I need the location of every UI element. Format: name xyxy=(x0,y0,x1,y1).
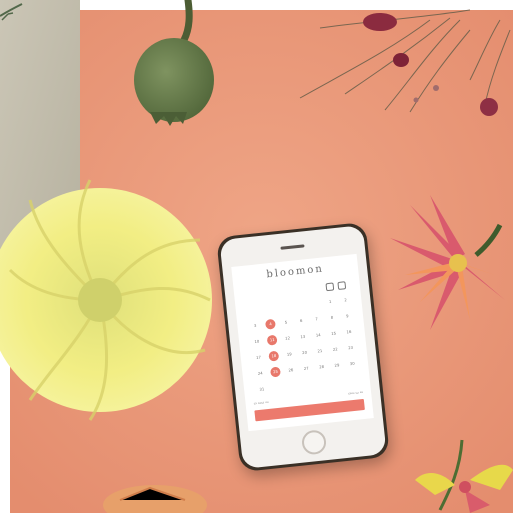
calendar-day-label: 7 xyxy=(315,316,319,322)
calendar-day[interactable]: 16 xyxy=(341,326,357,337)
calendar-day[interactable]: 11 xyxy=(264,334,280,345)
calendar-day-label: 18 xyxy=(271,352,277,359)
calendar-day[interactable]: 20 xyxy=(296,347,312,358)
calendar-day-label: 14 xyxy=(315,332,321,338)
calendar-day-label: 4 xyxy=(269,321,272,327)
calendar-day-label: 6 xyxy=(299,317,303,324)
calendar-day-label: 20 xyxy=(301,349,308,356)
calendar-day-label: 2 xyxy=(344,297,348,303)
calendar-day-label: 29 xyxy=(334,362,340,368)
calendar-day[interactable]: 5 xyxy=(278,317,294,328)
phone-screen: bloomon 1 2 3 4 5 6 7 8 9 10 11 12 13 14 15 16 17 18 19 20 2… xyxy=(231,253,374,432)
calendar-day[interactable]: 25 xyxy=(267,366,283,377)
home-button xyxy=(300,429,328,456)
calendar-day-label: 8 xyxy=(330,314,334,320)
calendar-day xyxy=(261,303,277,314)
calendar-day-label: 16 xyxy=(346,328,352,335)
calendar-day-label: 11 xyxy=(269,336,275,343)
calendar-day xyxy=(269,382,285,393)
calendar-day[interactable]: 1 xyxy=(322,296,338,307)
calendar-day xyxy=(307,298,323,309)
calendar-day[interactable]: 17 xyxy=(250,352,266,363)
calendar-day-label: 23 xyxy=(347,344,354,351)
calendar-day[interactable]: 2 xyxy=(337,295,353,306)
calendar-day-label: 12 xyxy=(284,335,291,341)
calendar-day-label: 3 xyxy=(253,322,257,328)
calendar-day-label: 13 xyxy=(300,333,306,340)
calendar-day[interactable]: 19 xyxy=(281,349,297,360)
calendar-day-label: 1 xyxy=(328,298,332,305)
calendar-day xyxy=(291,299,307,310)
calendar-day[interactable]: 13 xyxy=(295,331,311,342)
calendar-day-label: 26 xyxy=(288,367,294,373)
speaker xyxy=(280,244,305,250)
calendar-day[interactable]: 9 xyxy=(339,310,355,321)
calendar-day-label: 17 xyxy=(255,354,262,360)
calendar-day[interactable]: 30 xyxy=(344,358,360,369)
calendar-grid: 1 2 3 4 5 6 7 8 9 10 11 12 13 14 15 16 17 18 19 20 21 22 23 24 2… xyxy=(245,295,362,395)
calendar-day[interactable]: 28 xyxy=(313,361,329,372)
calendar-day-label: 21 xyxy=(317,348,323,354)
calendar-day[interactable]: 8 xyxy=(324,312,340,323)
calendar-day-label: 19 xyxy=(286,351,292,357)
calendar-day[interactable]: 7 xyxy=(308,314,324,325)
calendar-day[interactable]: 31 xyxy=(254,384,270,395)
calendar-day[interactable]: 15 xyxy=(325,328,341,339)
calendar-day[interactable]: 14 xyxy=(310,330,326,341)
option-left[interactable]: ▭ ▭▭ ▭ xyxy=(253,400,268,406)
calendar-day-label: 22 xyxy=(332,346,338,352)
calendar-day[interactable]: 22 xyxy=(327,344,343,355)
info-icon xyxy=(325,282,335,292)
phone-face: bloomon 1 2 3 4 5 6 7 8 9 10 11 12 13 14 15 16 17 18 19 20 2… xyxy=(219,225,387,469)
calendar-day-label: 30 xyxy=(349,360,355,367)
calendar-day-label: 9 xyxy=(345,313,349,319)
calendar-day[interactable]: 24 xyxy=(252,368,268,379)
calendar-day[interactable]: 26 xyxy=(283,365,299,376)
calendar-icon xyxy=(337,281,347,291)
calendar-day-label: 24 xyxy=(257,370,263,376)
calendar-day xyxy=(276,301,292,312)
calendar-day-label: 15 xyxy=(330,330,337,336)
option-right[interactable]: ▭▭ ▭ ▭ xyxy=(348,390,363,396)
calendar-day[interactable]: 6 xyxy=(293,315,309,326)
calendar-day-label: 10 xyxy=(254,338,260,345)
calendar-day xyxy=(245,304,261,315)
calendar-day[interactable]: 21 xyxy=(312,345,328,356)
photo-scene: bloomon 1 2 3 4 5 6 7 8 9 10 11 12 13 14 15 16 17 18 19 20 2… xyxy=(0,0,513,513)
calendar-day[interactable]: 12 xyxy=(279,333,295,344)
calendar-day[interactable]: 23 xyxy=(342,342,358,353)
calendar-day[interactable]: 18 xyxy=(266,350,282,361)
calendar-day-label: 5 xyxy=(284,319,288,325)
calendar-day-label: 28 xyxy=(318,363,325,370)
smartphone: bloomon 1 2 3 4 5 6 7 8 9 10 11 12 13 14 15 16 17 18 19 20 2… xyxy=(216,221,390,473)
calendar-day-label: 25 xyxy=(272,368,279,375)
calendar-day[interactable]: 29 xyxy=(329,360,345,371)
calendar-day[interactable]: 4 xyxy=(262,318,278,329)
calendar-day[interactable]: 27 xyxy=(298,363,314,374)
calendar-day[interactable]: 10 xyxy=(249,336,265,347)
app-brand: bloomon xyxy=(265,263,325,281)
calendar-day[interactable]: 3 xyxy=(247,320,263,331)
calendar-day-label: 27 xyxy=(303,365,309,372)
calendar-day-label: 31 xyxy=(259,386,265,392)
